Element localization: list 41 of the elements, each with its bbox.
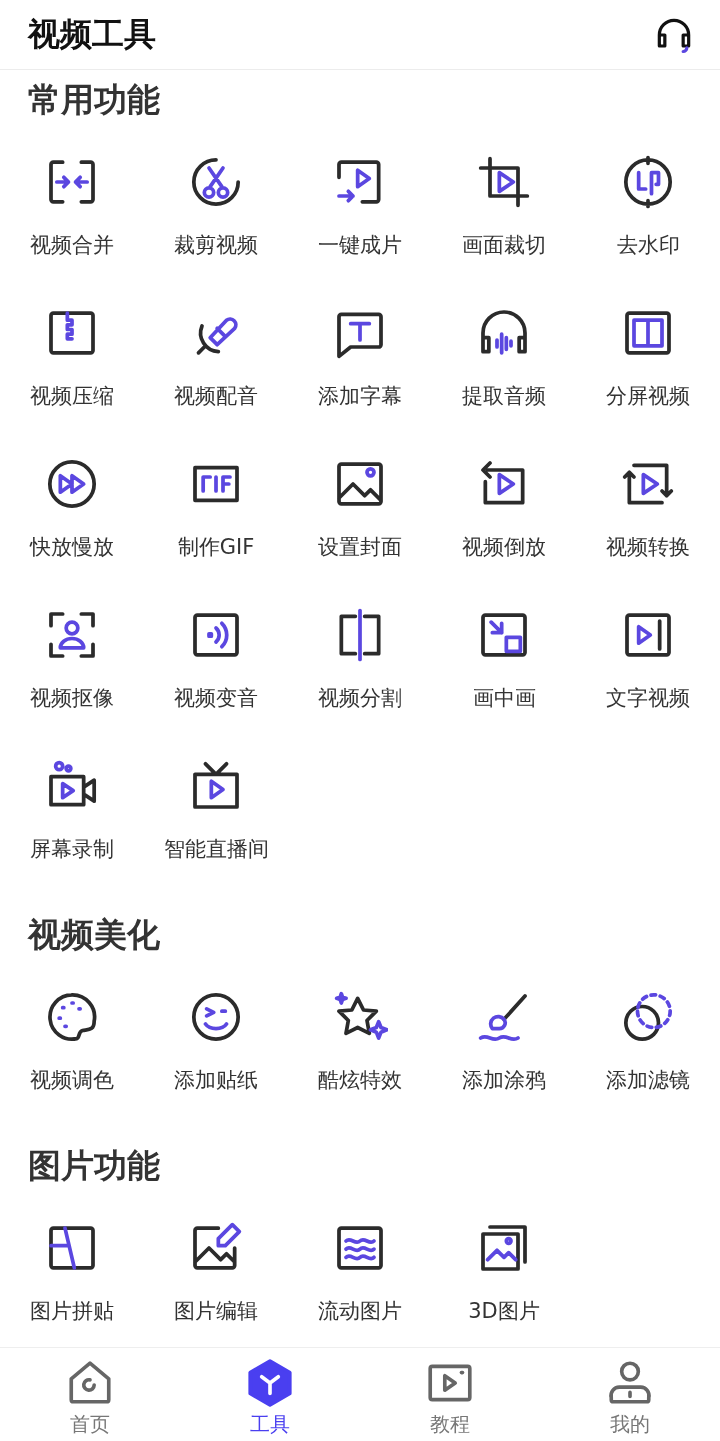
tool-button[interactable]: 图片编辑 [144, 1196, 288, 1347]
tool-button[interactable]: 画中画 [432, 583, 576, 734]
tool-button[interactable]: 添加涂鸦 [432, 965, 576, 1116]
tool-button[interactable]: 设置封面 [288, 432, 432, 583]
tab[interactable]: 首页 [0, 1348, 180, 1441]
tool-button[interactable]: 画面裁切 [432, 130, 576, 281]
tool-button[interactable]: 流动图片 [288, 1196, 432, 1347]
tool-button[interactable]: 酷炫特效 [288, 965, 432, 1116]
tool-button[interactable]: 视频倒放 [432, 432, 576, 583]
tool-button[interactable]: 添加滤镜 [576, 965, 720, 1116]
tools-icon [245, 1358, 295, 1408]
tool-button[interactable]: 图片拼贴 [0, 1196, 144, 1347]
tool-button[interactable]: 添加贴纸 [144, 965, 288, 1116]
tool-button[interactable]: 屏幕录制 [0, 734, 144, 885]
section-title: 视频美化 [26, 913, 161, 956]
tool-button[interactable]: 视频压缩 [0, 281, 144, 432]
section-title: 常用功能 [27, 78, 161, 121]
tab[interactable]: 我的 [540, 1348, 720, 1441]
tool-button[interactable]: 视频调色 [0, 965, 144, 1116]
tab[interactable]: 工具 [180, 1348, 360, 1441]
tool-button[interactable]: 视频转换 [576, 432, 720, 583]
tool-button[interactable]: 文字视频 [576, 583, 720, 734]
tool-button[interactable]: 分屏视频 [576, 281, 720, 432]
tool-button[interactable]: 去水印 [576, 130, 720, 281]
crop-icon [476, 154, 532, 210]
tool-button[interactable]: 3D图片 [432, 1196, 576, 1347]
tool-button[interactable]: 智能直播间 [144, 734, 288, 885]
tool-button[interactable]: 制作GIF [144, 432, 288, 583]
tool-button[interactable]: 视频配音 [144, 281, 288, 432]
tool-button[interactable]: 提取音频 [432, 281, 576, 432]
section-title: 图片功能 [27, 1144, 161, 1187]
tool-button[interactable]: 视频合并 [0, 130, 144, 281]
tool-button[interactable]: 视频抠像 [0, 583, 144, 734]
tool-button[interactable]: 添加字幕 [288, 281, 432, 432]
tool-button[interactable]: 裁剪视频 [144, 130, 288, 281]
tool-button[interactable]: 视频变音 [144, 583, 288, 734]
tool-button[interactable]: 快放慢放 [0, 432, 144, 583]
tool-button[interactable]: 一键成片 [288, 130, 432, 281]
page-title: 视频工具 [28, 13, 156, 55]
tab[interactable]: 教程 [360, 1348, 540, 1441]
tool-button[interactable]: 视频分割 [288, 583, 432, 734]
